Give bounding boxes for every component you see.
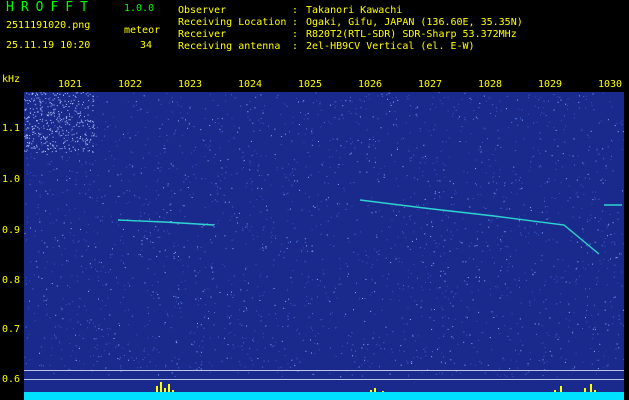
y-tick-1-1: 1.1 (2, 123, 21, 134)
observer-label: Observer (178, 5, 227, 16)
y-tick-0-8: 0.8 (2, 275, 21, 286)
observer-colon: : (292, 5, 299, 16)
x-tick-1024: 1024 (238, 79, 263, 90)
x-tick-1021: 1021 (58, 79, 83, 90)
location-colon: : (292, 17, 299, 28)
signal-baseline (24, 392, 624, 400)
x-tick-1023: 1023 (178, 79, 203, 90)
spectrogram-canvas (24, 92, 624, 378)
x-tick-1029: 1029 (538, 79, 563, 90)
x-tick-1027: 1027 (418, 79, 443, 90)
y-tick-1-0: 1.0 (2, 174, 21, 185)
antenna-label: Receiving antenna (178, 41, 281, 52)
receiver-value: R820T2(RTL-SDR) SDR-Sharp 53.372MHz (306, 29, 517, 40)
x-tick-1030: 1030 (598, 79, 623, 90)
app-version: 1.0.0 (124, 3, 155, 14)
x-tick-1025: 1025 (298, 79, 323, 90)
receiver-colon: : (292, 29, 299, 40)
meteor-label: meteor (124, 25, 161, 36)
echo-trace (359, 199, 600, 255)
app-title: HROFFT (6, 0, 95, 15)
x-tick-1022: 1022 (118, 79, 143, 90)
header: HROFFT 1.0.0 2511191020.png 25.11.19 10:… (0, 0, 629, 78)
receiver-label: Receiver (178, 29, 227, 40)
echo-trace (117, 219, 215, 226)
file-name: 2511191020.png (6, 20, 91, 31)
spectrogram (24, 92, 624, 400)
x-tick-1028: 1028 (478, 79, 503, 90)
file-datetime: 25.11.19 10:20 (6, 40, 91, 51)
reference-line-lower (24, 379, 624, 380)
antenna-colon: : (292, 41, 299, 52)
location-value: Ogaki, Gifu, JAPAN (136.60E, 35.35N) (306, 17, 523, 28)
meteor-count: 34 (139, 40, 152, 51)
y-tick-0-7: 0.7 (2, 324, 21, 335)
y-tick-0-9: 0.9 (2, 225, 21, 236)
y-tick-0-6: 0.6 (2, 374, 21, 385)
reference-line-upper (24, 370, 624, 371)
x-tick-1026: 1026 (358, 79, 383, 90)
observer-value: Takanori Kawachi (306, 5, 403, 16)
location-label: Receiving Location (178, 17, 287, 28)
y-axis-unit: kHz (2, 74, 21, 85)
antenna-value: 2el-HB9CV Vertical (el. E-W) (306, 41, 475, 52)
